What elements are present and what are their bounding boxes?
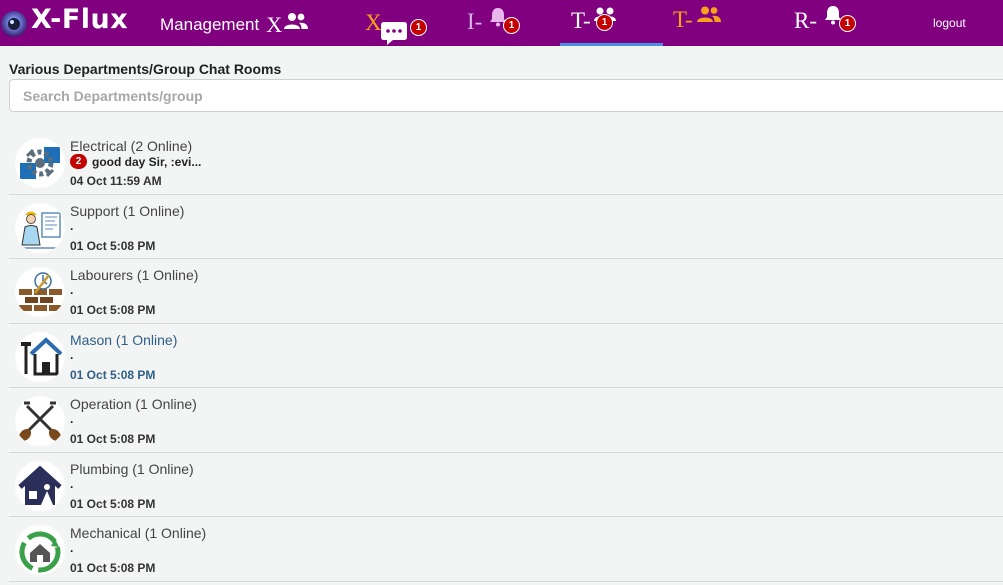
timestamp: 01 Oct 5:08 PM <box>70 496 156 511</box>
management-letter: X <box>266 12 283 37</box>
avatar <box>15 267 65 317</box>
list-item[interactable]: Operation (1 Online) . 01 Oct 5:08 PM <box>9 388 1003 453</box>
search-box[interactable] <box>9 79 1003 112</box>
list-item[interactable]: Mechanical (1 Online) . 01 Oct 5:08 PM <box>9 517 1003 582</box>
avatar <box>15 460 65 511</box>
last-message: . <box>70 283 73 297</box>
tab-letter: T- <box>673 7 693 32</box>
last-message: . <box>70 412 73 426</box>
tab-letter: I- <box>467 9 483 34</box>
tab-letter: R- <box>794 8 817 33</box>
timestamp: 04 Oct 11:59 AM <box>70 174 162 188</box>
timestamp: 01 Oct 5:08 PM <box>70 432 156 446</box>
management-label: Management <box>160 15 260 34</box>
house-roof-icon <box>18 465 62 505</box>
room-name: Plumbing (1 Online) <box>70 460 194 477</box>
avatar <box>15 202 65 253</box>
last-message-text: . <box>70 541 74 555</box>
last-message: . <box>70 541 73 555</box>
management-menu[interactable]: Management X <box>160 12 309 38</box>
top-navigation-bar: X-Flux Management X X 1 I- 1 T- 1 T- R- … <box>0 0 1003 46</box>
avatar <box>15 331 65 382</box>
people-icon <box>697 6 721 22</box>
chat-icon <box>381 22 407 45</box>
last-message: . <box>70 219 73 233</box>
page-title: Various Departments/Group Chat Rooms <box>9 61 282 77</box>
last-message-text: . <box>70 412 74 426</box>
people-icon <box>284 13 309 29</box>
brand-logo-icon <box>1 11 27 37</box>
tab-i-bell[interactable]: I- 1 <box>460 0 560 46</box>
logout-link[interactable]: logout <box>933 16 966 30</box>
tab-x-chat[interactable]: X 1 <box>357 0 460 46</box>
notification-badge: 1 <box>839 15 856 32</box>
last-message: . <box>70 477 73 491</box>
timestamp: 01 Oct 5:08 PM <box>70 238 156 253</box>
brick-wall-icon <box>19 272 62 311</box>
tab-r-bell[interactable]: R- 1 <box>766 0 869 46</box>
tab-t-people[interactable]: T- <box>663 0 766 46</box>
room-name: Mason (1 Online) <box>70 331 178 348</box>
timestamp: 01 Oct 5:08 PM <box>70 303 156 317</box>
avatar <box>15 138 65 188</box>
last-message-text: . <box>70 283 74 297</box>
notification-badge: 1 <box>503 17 520 34</box>
list-item[interactable]: Labourers (1 Online) . 01 Oct 5:08 PM <box>9 259 1003 324</box>
notification-badge: 1 <box>410 19 427 36</box>
list-item[interactable]: Electrical (2 Online) 2 good day Sir, :e… <box>9 130 1003 195</box>
recycle-house-icon <box>19 531 61 573</box>
notification-badge: 1 <box>596 14 613 31</box>
last-message: . <box>70 348 73 362</box>
last-message-text: . <box>70 476 74 491</box>
last-message-text: . <box>70 347 74 362</box>
timestamp: 01 Oct 5:08 PM <box>70 561 156 575</box>
engineer-blueprint-icon <box>21 211 61 249</box>
last-message: 2 good day Sir, :evi... <box>70 154 201 169</box>
last-message-text: good day Sir, :evi... <box>92 154 202 169</box>
crossed-shovels-icon <box>18 401 62 442</box>
tab-letter: T- <box>571 8 591 33</box>
room-name: Operation (1 Online) <box>70 396 197 412</box>
list-item[interactable]: Support (1 Online) . 01 Oct 5:08 PM <box>9 195 1003 259</box>
last-message-text: . <box>70 218 74 233</box>
room-name: Labourers (1 Online) <box>70 267 199 283</box>
avatar <box>15 396 65 446</box>
room-name: Support (1 Online) <box>70 202 185 219</box>
brand-name: X-Flux <box>31 4 129 35</box>
timestamp: 01 Oct 5:08 PM <box>70 367 156 382</box>
unread-badge: 2 <box>70 154 87 169</box>
tab-t-group[interactable]: T- 1 <box>560 0 663 46</box>
chat-room-list: Electrical (2 Online) 2 good day Sir, :e… <box>9 130 1003 582</box>
house-hammer-icon <box>21 336 63 375</box>
room-name: Mechanical (1 Online) <box>70 525 207 541</box>
avatar <box>15 525 65 575</box>
tab-letter: X <box>365 10 382 35</box>
electrical-gear-icon <box>20 147 60 179</box>
room-name: Electrical (2 Online) <box>70 138 193 154</box>
list-item[interactable]: Plumbing (1 Online) . 01 Oct 5:08 PM <box>9 453 1003 517</box>
search-input[interactable] <box>10 80 1003 111</box>
list-item[interactable]: Mason (1 Online) . 01 Oct 5:08 PM <box>9 324 1003 388</box>
